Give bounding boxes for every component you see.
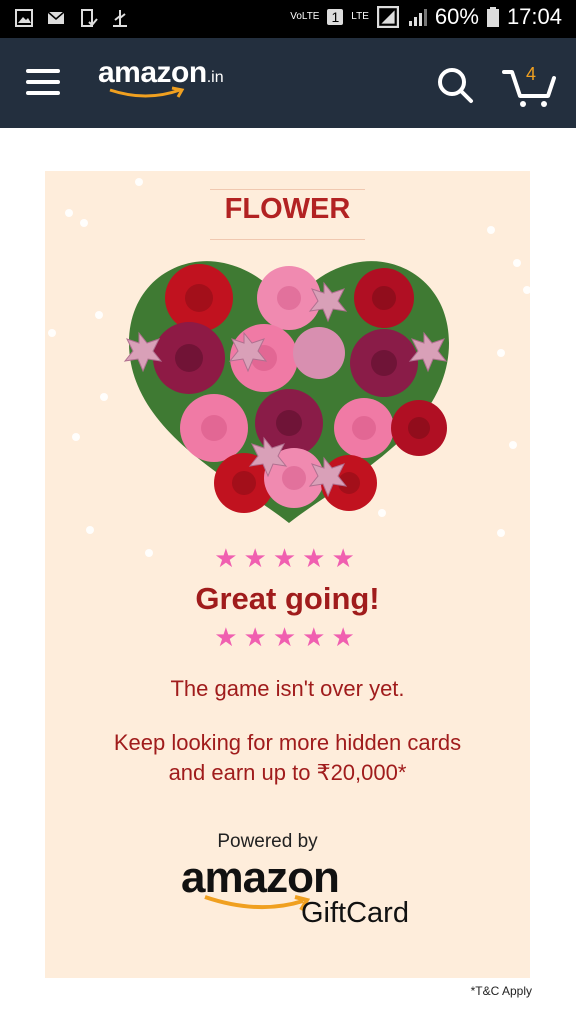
snow-dot [86, 526, 94, 534]
terms-link[interactable]: *T&C Apply [471, 984, 532, 998]
card-title: FLOWER [224, 193, 351, 225]
battery-percent: 60% [434, 4, 479, 29]
logo-suffix: .in [206, 69, 224, 86]
clock: 17:04 [506, 4, 562, 29]
snow-dot [48, 329, 56, 337]
flower-card: FLOWER ★★★★★ Great going! ★★★★★ The game… [45, 171, 530, 978]
search-icon[interactable] [436, 66, 474, 104]
snow-dot [523, 286, 530, 294]
title-rule-top [210, 189, 365, 190]
title-rule-bottom [210, 239, 365, 240]
message-line-1: Keep looking for more hidden cards [113, 730, 462, 755]
message-line-2: and earn up to ₹20,000* [168, 760, 407, 785]
menu-icon[interactable] [26, 69, 62, 97]
status-bar: VoLTE 1 LTE 60% 17:04 [0, 0, 576, 38]
volte-label: VoLTE [290, 11, 320, 22]
amazon-logo[interactable]: amazon.in [98, 56, 224, 98]
top-navbar: amazon.in 4 [0, 38, 576, 128]
logo-text: amazon [98, 56, 207, 89]
snow-dot [135, 178, 143, 186]
signal-icon [376, 6, 399, 28]
signal-bars-icon [408, 9, 427, 26]
snow-dot [95, 311, 103, 319]
cart-count: 4 [526, 64, 537, 84]
snow-dot [487, 226, 495, 234]
device-check-icon [81, 9, 98, 27]
sim-badge: 1 [327, 9, 344, 25]
giftcard-logo-text: GiftCard [301, 897, 409, 929]
snow-dot [513, 259, 521, 267]
snow-dot [497, 529, 505, 537]
lte-label: LTE [351, 11, 369, 22]
battery-icon [486, 7, 499, 27]
message-keep-looking: Keep looking for more hidden cards and e… [65, 728, 510, 788]
status-indicators: VoLTE 1 LTE 60% 17:04 [290, 4, 562, 30]
powered-by-label: Powered by [217, 831, 318, 852]
smile-arrow-icon [109, 86, 185, 98]
snow-dot [72, 433, 80, 441]
usb-icon [113, 10, 127, 27]
stars-bottom: ★★★★★ [214, 622, 361, 652]
snow-dot [509, 441, 517, 449]
stars-top: ★★★★★ [214, 543, 361, 573]
mail-icon [47, 11, 65, 24]
message-game-not-over: The game isn't over yet. [170, 676, 405, 701]
heart-flowers-image [123, 261, 449, 523]
gallery-icon [15, 9, 33, 27]
snow-dot [100, 393, 108, 401]
notification-icons [14, 8, 130, 28]
snow-dot [497, 349, 505, 357]
headline: Great going! [195, 581, 380, 616]
